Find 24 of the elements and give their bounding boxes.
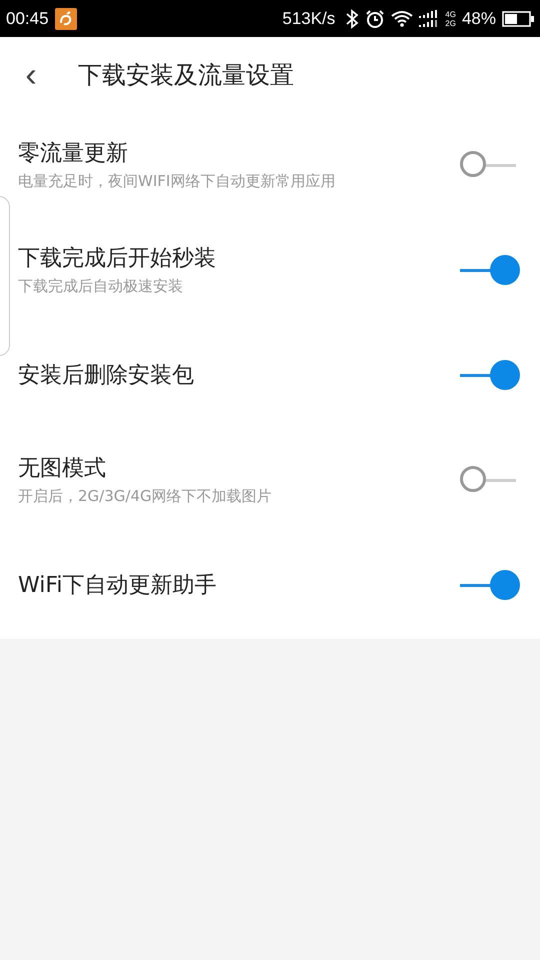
setting-description: 电量充足时，夜间WIFI网络下自动更新常用应用 xyxy=(18,172,336,191)
app-notification-icon xyxy=(54,8,77,30)
bluetooth-icon xyxy=(345,8,360,28)
back-button[interactable]: ‹ xyxy=(16,58,46,92)
setting-description: 下载完成后自动极速安装 xyxy=(18,277,184,296)
status-time: 00:45 xyxy=(6,8,49,28)
signal-icon xyxy=(419,10,440,28)
toggle-switch[interactable] xyxy=(460,254,520,286)
alarm-icon xyxy=(365,8,386,28)
toggle-switch[interactable] xyxy=(460,568,520,600)
network-type: 2G xyxy=(445,18,456,28)
battery-icon xyxy=(502,10,534,26)
setting-title: 下载完成后开始秒装 xyxy=(18,245,217,273)
setting-description: 开启后，2G/3G/4G网络下不加载图片 xyxy=(18,487,273,506)
toggle-switch[interactable] xyxy=(460,358,520,390)
wifi-icon xyxy=(391,10,414,28)
network-type: 4G xyxy=(445,10,456,18)
setting-title: 无图模式 xyxy=(18,455,107,483)
setting-title: 安装后删除安装包 xyxy=(18,362,195,390)
battery-percent: 48% xyxy=(462,8,496,28)
setting-title: 零流量更新 xyxy=(18,140,129,168)
setting-title: WiFi下自动更新助手 xyxy=(18,572,218,600)
page-title: 下载安装及流量设置 xyxy=(78,60,294,90)
network-speed: 513K/s xyxy=(282,8,336,28)
